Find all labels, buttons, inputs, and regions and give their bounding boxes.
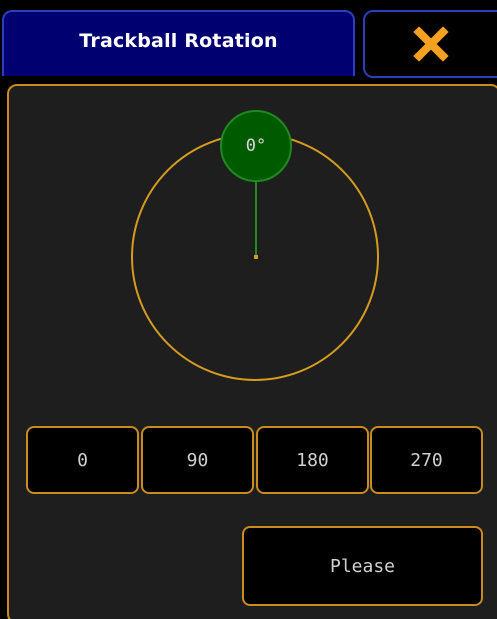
rotation-knob[interactable]: 0° — [220, 110, 292, 182]
preset-90-label: 90 — [186, 449, 209, 471]
dial-center-dot — [254, 255, 258, 259]
please-button[interactable]: Please — [242, 526, 483, 606]
preset-180-label: 180 — [296, 449, 329, 471]
preset-270-button[interactable]: 270 — [370, 426, 483, 494]
rotation-angle-label: 0° — [245, 136, 267, 156]
trackball-rotation-dialog: Trackball Rotation 0° 0 90 180 270 Pleas… — [0, 0, 497, 619]
preset-180-button[interactable]: 180 — [256, 426, 369, 494]
preset-90-button[interactable]: 90 — [141, 426, 254, 494]
preset-0-button[interactable]: 0 — [26, 426, 139, 494]
rotation-dial[interactable] — [0, 0, 497, 400]
preset-270-label: 270 — [410, 449, 443, 471]
please-button-label: Please — [329, 555, 396, 577]
preset-0-label: 0 — [77, 449, 88, 471]
